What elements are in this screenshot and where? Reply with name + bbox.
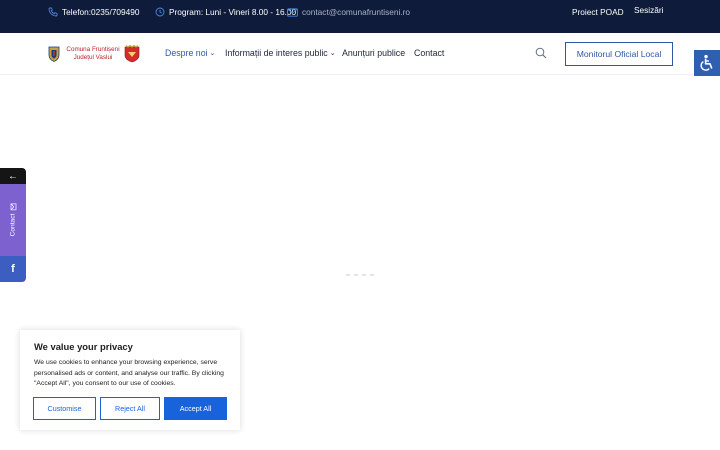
- logo-text[interactable]: Comuna Fruntișeni Județul Vaslui: [64, 46, 122, 62]
- romania-crest-icon[interactable]: [48, 46, 60, 62]
- loader-dot: [362, 274, 366, 276]
- loader-dot: [346, 274, 350, 276]
- nav-contact-label: Contact: [414, 48, 445, 58]
- email-link[interactable]: contact@comunafruntiseni.ro: [287, 7, 410, 17]
- top-bar: Telefon:0235/709490 Program: Luni - Vine…: [0, 0, 720, 33]
- phone-info[interactable]: Telefon:0235/709490: [48, 7, 140, 17]
- facebook-button[interactable]: f: [0, 256, 26, 282]
- loader-dot: [370, 274, 374, 276]
- loading-indicator: [340, 274, 380, 277]
- sesizari-link[interactable]: Sesizări: [634, 5, 664, 15]
- email-text: contact@comunafruntiseni.ro: [302, 7, 411, 17]
- nav-contact[interactable]: Contact: [414, 48, 444, 58]
- nav-informatii[interactable]: Informații de interes public ⌄: [225, 48, 336, 58]
- clock-icon: [155, 7, 165, 17]
- side-panel-toggle[interactable]: ←: [0, 168, 26, 184]
- customise-button[interactable]: Customise: [33, 397, 96, 420]
- commune-shield-icon[interactable]: [124, 45, 140, 63]
- logo-line-2: Județul Vaslui: [73, 54, 113, 61]
- cookie-description: We use cookies to enhance your browsing …: [34, 359, 224, 387]
- facebook-icon: f: [11, 263, 15, 275]
- phone-text: Telefon:0235/709490: [62, 7, 140, 17]
- hours-info: Program: Luni - Vineri 8.00 - 16.00: [155, 7, 296, 17]
- nav-anunturi[interactable]: Anunțuri publice: [342, 48, 405, 58]
- side-contact-button[interactable]: Contact: [0, 184, 26, 256]
- mail-icon: [287, 7, 298, 17]
- accessibility-button[interactable]: [694, 50, 720, 76]
- chevron-down-icon: ⌄: [209, 49, 216, 57]
- nav-despre-noi-label: Despre noi: [165, 48, 208, 58]
- nav-anunturi-label: Anunțuri publice: [342, 48, 406, 58]
- monitorul-oficial-button[interactable]: Monitorul Oficial Local: [565, 42, 673, 66]
- logo-line-1: Comuna Fruntișeni: [66, 46, 120, 53]
- accessibility-icon: [700, 54, 713, 71]
- reject-all-button[interactable]: Reject All: [100, 397, 160, 420]
- phone-icon: [48, 7, 58, 17]
- nav-despre-noi[interactable]: Despre noi ⌄: [165, 48, 215, 58]
- mail-icon: [10, 203, 16, 211]
- chevron-down-icon: ⌄: [329, 49, 336, 57]
- accept-all-button[interactable]: Accept All: [164, 397, 227, 420]
- cookie-consent-banner: We value your privacy We use cookies to …: [20, 330, 240, 430]
- side-contact-label-wrap: Contact: [9, 203, 17, 237]
- side-contact-label: Contact: [9, 213, 17, 237]
- page: Telefon:0235/709490 Program: Luni - Vine…: [0, 0, 720, 450]
- loader-dot: [354, 274, 358, 276]
- poad-link[interactable]: Proiect POAD: [572, 7, 624, 17]
- hours-text: Program: Luni - Vineri 8.00 - 16.00: [169, 7, 297, 17]
- cookie-title: We value your privacy: [34, 341, 133, 352]
- nav-informatii-label: Informații de interes public: [225, 48, 328, 58]
- search-icon[interactable]: [535, 47, 547, 59]
